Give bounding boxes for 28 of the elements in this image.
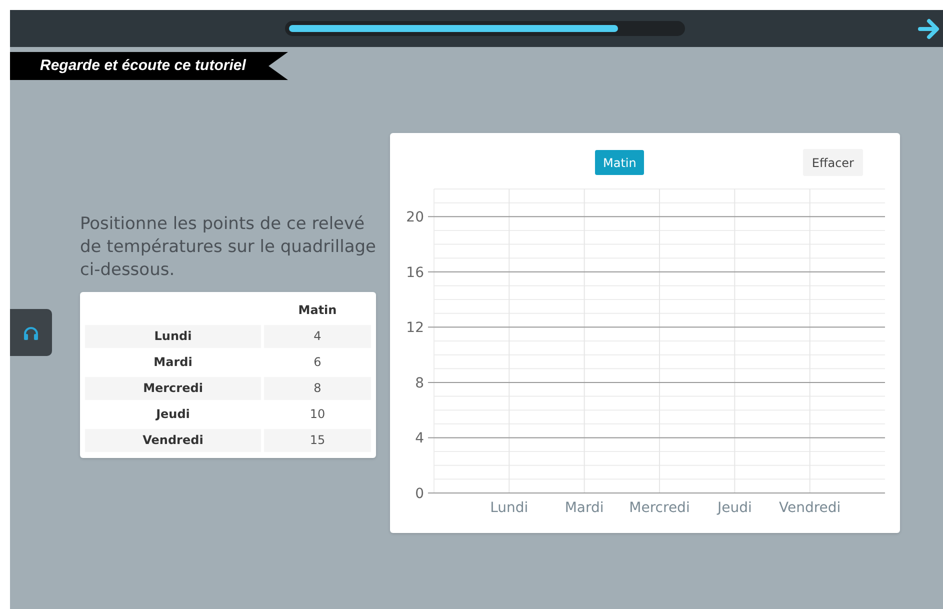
axis-category-label: Mardi <box>564 500 604 516</box>
table-cell-text: Jeudi <box>154 406 191 423</box>
clear-button[interactable]: Effacer <box>802 149 863 176</box>
table-cell: 15 <box>264 428 371 452</box>
table-cell-text: Mardi <box>152 354 194 371</box>
headphones-icon <box>23 326 39 340</box>
axis-tick-label: 20 <box>406 210 424 226</box>
table-cell: Lundi <box>85 324 261 348</box>
axis-tick-label: 16 <box>406 264 424 281</box>
axis-category-label: Vendredi <box>778 500 841 516</box>
table-cell: Mercredi <box>85 376 261 400</box>
table-cell: Vendredi <box>85 428 261 452</box>
audio-button[interactable] <box>10 309 52 356</box>
axis-category-label: Jeudi <box>717 500 752 516</box>
axis-tick-label: 4 <box>415 430 424 447</box>
next-arrow-icon[interactable] <box>917 16 941 40</box>
table-cell: 4 <box>264 324 371 348</box>
instruction-text: Positionne les points de ce relevé de températures sur le quadrillage ci-dessous. <box>80 213 377 282</box>
axis-category-label: Lundi <box>490 500 528 516</box>
axis-tick-label: 12 <box>406 320 424 336</box>
axis-tick-label: 0 <box>415 486 424 502</box>
table-cell-text: 10 <box>308 406 326 423</box>
column-header: Matin <box>297 302 338 319</box>
banner: Regarde et écoute ce tutoriel <box>10 52 288 80</box>
table-cell-text: 6 <box>312 354 322 371</box>
axis-tick-label: 8 <box>415 375 424 392</box>
table-cell: 8 <box>264 376 371 400</box>
axis-category-label: Mercredi <box>629 500 690 516</box>
